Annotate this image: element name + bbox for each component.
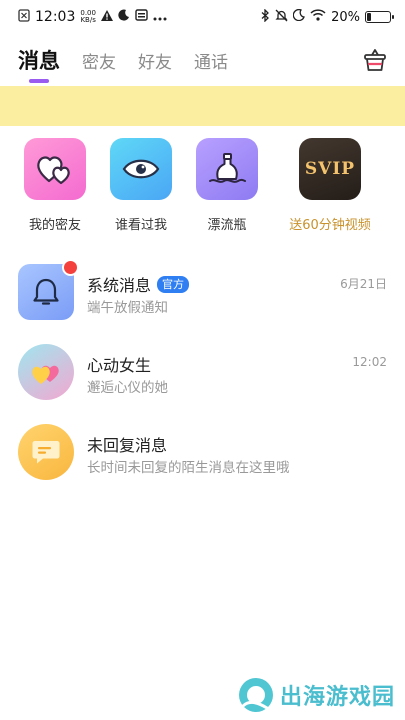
top-tabs: 消息 密友 好友 通话 bbox=[18, 40, 389, 84]
tab-label: 消息 bbox=[18, 49, 60, 73]
message-preview: 邂逅心仪的她 bbox=[87, 380, 168, 396]
quick-entry-label: 送60分钟视频 bbox=[289, 218, 371, 233]
message-preview: 长时间未回复的陌生消息在这里哦 bbox=[87, 460, 290, 476]
svip-icon-text: SVIP bbox=[304, 159, 356, 179]
status-bar: 12:03 0.00 KB/s 20% bbox=[0, 0, 405, 34]
tab-label: 通话 bbox=[194, 53, 228, 73]
message-item-heartbeat-girls[interactable]: 心动女生 邂逅心仪的她 12:02 bbox=[0, 342, 405, 422]
status-bar-left: 12:03 0.00 KB/s bbox=[18, 9, 167, 25]
more-dots-icon bbox=[153, 10, 167, 25]
quick-entry-my-close-friends[interactable]: 我的密友 bbox=[5, 138, 105, 233]
quick-entry-label: 谁看过我 bbox=[114, 218, 167, 233]
active-tab-indicator bbox=[29, 79, 49, 83]
quick-entry-label: 漂流瓶 bbox=[207, 218, 247, 233]
clean-basket-icon[interactable] bbox=[361, 46, 389, 74]
watermark-logo bbox=[238, 678, 273, 712]
hearts-icon bbox=[24, 138, 86, 200]
card-icon bbox=[135, 9, 148, 25]
avatar bbox=[18, 259, 79, 320]
tab-calls[interactable]: 通话 bbox=[194, 40, 228, 73]
message-item-unreplied[interactable]: 未回复消息 长时间未回复的陌生消息在这里哦 bbox=[0, 422, 405, 502]
hearts-avatar-icon bbox=[32, 365, 59, 384]
official-badge: 官方 bbox=[157, 275, 190, 293]
chat-bubble-icon bbox=[32, 441, 60, 464]
message-title: 未回复消息 bbox=[87, 432, 167, 456]
status-bar-right: 20% bbox=[261, 7, 394, 26]
quick-entry-svip-gift[interactable]: SVIP 送60分钟视频 bbox=[280, 138, 380, 233]
moon-icon bbox=[118, 9, 130, 25]
message-time: 12:02 bbox=[352, 355, 387, 369]
svip-icon: SVIP bbox=[299, 138, 361, 200]
eye-icon bbox=[110, 138, 172, 200]
bluetooth-icon bbox=[261, 7, 270, 26]
message-title-text: 系统消息 bbox=[87, 276, 152, 295]
tab-label: 密友 bbox=[82, 53, 116, 73]
tab-label: 好友 bbox=[138, 53, 172, 73]
bell-icon bbox=[33, 278, 59, 305]
unread-dot bbox=[62, 259, 79, 276]
bottle-icon bbox=[196, 138, 258, 200]
message-title-text: 心动女生 bbox=[87, 356, 152, 375]
message-list: 系统消息 官方 端午放假通知 6月21日 心动女生 邂逅心仪的她 12:02 未… bbox=[0, 259, 405, 502]
watermark: 出海游戏园 bbox=[237, 674, 395, 716]
tab-messages[interactable]: 消息 bbox=[18, 40, 60, 83]
network-speed: 0.00 KB/s bbox=[80, 10, 96, 24]
warning-icon bbox=[100, 9, 113, 25]
message-time: 6月21日 bbox=[340, 277, 387, 291]
quick-entries: 我的密友 谁看过我 漂流瓶 SVIP 送60分钟视频 bbox=[0, 138, 405, 238]
clock: 12:03 bbox=[35, 9, 76, 25]
mute-bell-icon bbox=[275, 9, 288, 26]
battery-percent: 20% bbox=[331, 9, 360, 25]
notice-banner[interactable] bbox=[0, 86, 405, 126]
avatar bbox=[18, 424, 74, 480]
quick-entry-who-viewed-me[interactable]: 谁看过我 bbox=[91, 138, 191, 233]
wifi-icon bbox=[310, 9, 326, 25]
battery-fill bbox=[367, 13, 372, 21]
message-preview: 端午放假通知 bbox=[87, 300, 168, 316]
message-item-system[interactable]: 系统消息 官方 端午放假通知 6月21日 bbox=[0, 259, 405, 342]
message-title-text: 未回复消息 bbox=[87, 436, 168, 455]
network-speed-unit: KB/s bbox=[80, 16, 96, 24]
notification-icon bbox=[18, 9, 30, 25]
message-title: 心动女生 bbox=[87, 352, 151, 376]
battery-icon bbox=[365, 11, 394, 23]
moon-icon bbox=[292, 8, 305, 25]
avatar bbox=[18, 344, 74, 400]
message-title: 系统消息 官方 bbox=[87, 272, 190, 296]
tab-friends[interactable]: 好友 bbox=[138, 40, 172, 73]
watermark-text: 出海游戏园 bbox=[279, 685, 395, 710]
tab-close-friends[interactable]: 密友 bbox=[82, 40, 116, 73]
quick-entry-drift-bottle[interactable]: 漂流瓶 bbox=[177, 138, 277, 233]
quick-entry-label: 我的密友 bbox=[28, 218, 81, 233]
